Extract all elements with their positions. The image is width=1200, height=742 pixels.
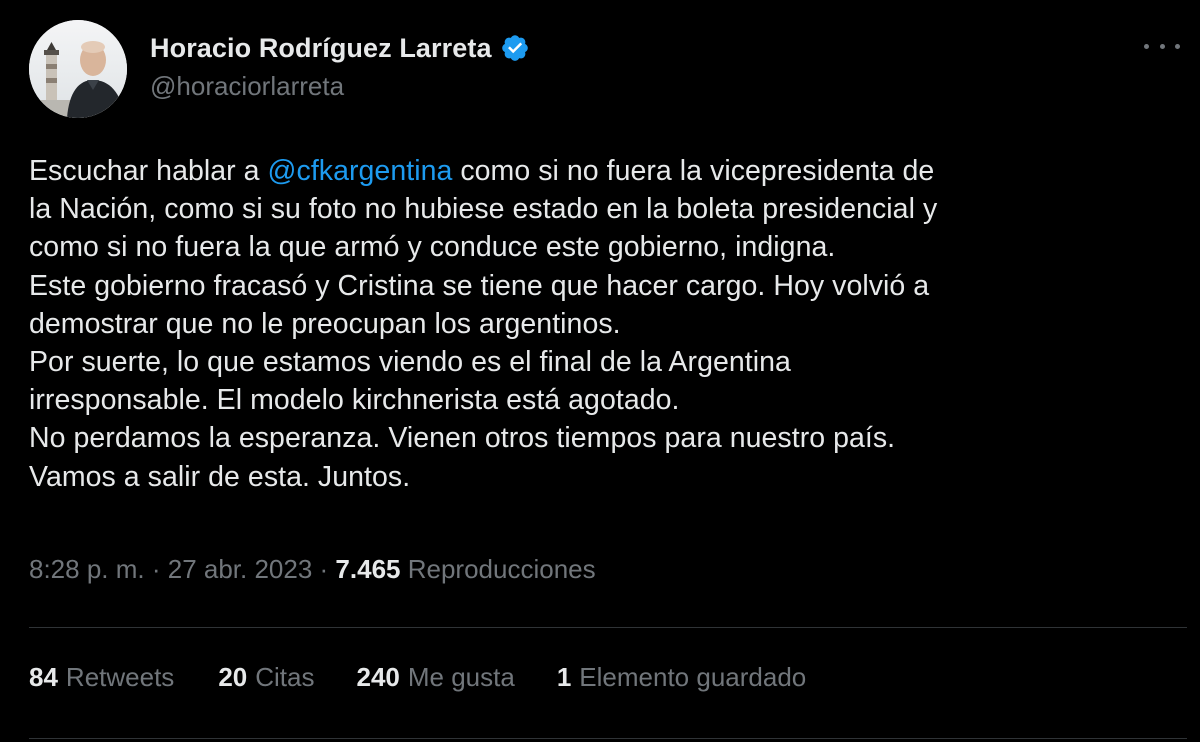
views-label: Reproducciones [407, 554, 596, 584]
more-options-icon[interactable] [1144, 32, 1180, 60]
quotes-stat[interactable]: 20 Citas [218, 662, 314, 693]
retweets-label: Retweets [65, 662, 175, 692]
mention-link[interactable]: @cfkargentina [268, 155, 453, 187]
verified-badge-icon [500, 33, 530, 63]
tweet-time[interactable]: 8:28 p. m. [29, 554, 145, 584]
tweet-text-line: como si no fuera la que armó y conduce e… [29, 231, 836, 264]
tweet-text: Escuchar hablar a @cfkargentina como si … [29, 152, 1179, 496]
likes-count: 240 [356, 662, 400, 692]
tweet-text-line: irresponsable. El modelo kirchnerista es… [29, 384, 680, 417]
quotes-label: Citas [255, 662, 315, 692]
bookmarks-stat[interactable]: 1 Elemento guardado [557, 662, 806, 693]
avatar-image [29, 20, 127, 118]
tweet-text-line: la Nación, como si su foto no hubiese es… [29, 193, 938, 226]
author-name-row: Horacio Rodríguez Larreta [150, 30, 530, 66]
likes-stat[interactable]: 240 Me gusta [356, 662, 514, 693]
meta-separator: · [144, 554, 168, 584]
retweets-count: 84 [29, 662, 58, 692]
likes-label: Me gusta [407, 662, 515, 692]
tweet-card: Horacio Rodríguez Larreta @horaciorlarre… [0, 0, 1200, 742]
more-dot [1175, 43, 1180, 49]
quotes-count: 20 [218, 662, 248, 692]
tweet-meta: 8:28 p. m. · 27 abr. 2023 · 7.465 Reprod… [29, 554, 596, 585]
more-dot [1144, 43, 1149, 49]
tweet-text-segment: Escuchar hablar a [29, 155, 268, 187]
tweet-text-line: Por suerte, lo que estamos viendo es el … [29, 346, 791, 379]
retweets-stat[interactable]: 84 Retweets [29, 662, 174, 693]
meta-separator: · [312, 554, 336, 584]
avatar[interactable] [29, 20, 127, 118]
tweet-text-line: Escuchar hablar a @cfkargentina como si … [29, 152, 1179, 190]
bookmarks-count: 1 [556, 662, 572, 692]
engagement-stats: 84 Retweets 20 Citas 240 Me gusta 1 Elem… [29, 662, 806, 693]
bookmarks-label: Elemento guardado [579, 662, 807, 692]
tweet-text-line: demostrar que no le preocupan los argent… [29, 307, 621, 340]
tweet-date[interactable]: 27 abr. 2023 [168, 554, 313, 584]
tweet-text-segment: como si no fuera la vicepresidenta de [452, 155, 935, 187]
author-handle[interactable]: @horaciorlarreta [150, 71, 344, 102]
tweet-text-line: No perdamos la esperanza. Vienen otros t… [29, 422, 896, 455]
tweet-text-line: Este gobierno fracasó y Cristina se tien… [29, 269, 930, 302]
divider [29, 627, 1187, 628]
tweet-text-line: Vamos a salir de esta. Juntos. [29, 460, 411, 493]
views-count: 7.465 [335, 554, 401, 584]
divider [29, 738, 1187, 739]
more-dot [1159, 43, 1165, 49]
author-display-name[interactable]: Horacio Rodríguez Larreta [150, 33, 492, 64]
